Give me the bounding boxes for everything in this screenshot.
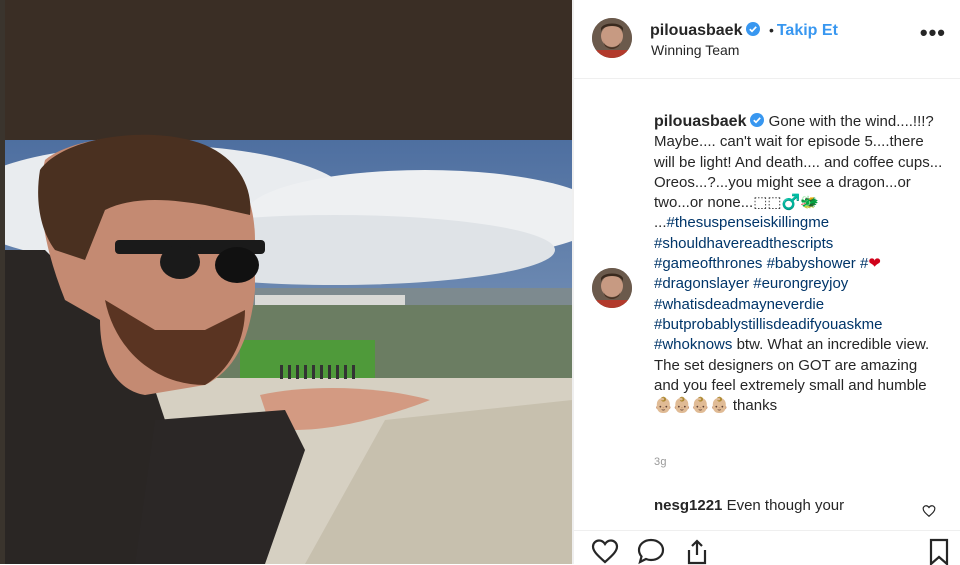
comment-icon[interactable] (636, 537, 666, 565)
avatar-image (592, 18, 632, 58)
post-photo-image (5, 0, 572, 564)
hashtag-link[interactable]: #thesuspenseiskillingme (667, 214, 830, 231)
hashtag-link[interactable]: #butprobablystillisdeadifyouaskme (654, 316, 882, 333)
heart-emoji: ❤ (868, 255, 881, 273)
comment-username[interactable]: nesg1221 (654, 497, 722, 514)
comment-text: Even though your (726, 497, 845, 514)
post-location[interactable]: Winning Team (651, 42, 739, 58)
hashtag-link[interactable]: #eurongreyjoy (753, 275, 848, 292)
post-header: pilouasbaek • Takip Et Winning Team ••• (574, 0, 960, 79)
comment-like-icon[interactable] (922, 504, 936, 518)
header-name-row: pilouasbaek • Takip Et (650, 22, 838, 40)
more-icon[interactable]: ••• (920, 22, 946, 44)
baby-emoji-group: 👶🏼👶🏼👶🏼👶🏼 (654, 397, 729, 415)
bookmark-icon[interactable] (924, 537, 954, 565)
post-photo[interactable] (5, 0, 572, 564)
post-caption: pilouasbaek Gone with the wind....!!!? M… (654, 112, 944, 416)
author-username[interactable]: pilouasbaek (650, 22, 742, 39)
like-icon[interactable] (590, 537, 620, 565)
hashtag-link[interactable]: #shouldhavereadthescripts (654, 235, 833, 252)
follow-button[interactable]: Takip Et (777, 22, 838, 39)
caption-username[interactable]: pilouasbaek (654, 113, 746, 130)
hashtag-link[interactable]: #whoknows (654, 336, 732, 353)
share-icon[interactable] (682, 537, 712, 565)
comment-item: nesg1221 Even though your (654, 496, 944, 516)
hashtag-link[interactable]: #dragonslayer (654, 275, 749, 292)
verified-icon (746, 22, 761, 36)
hashtag-link[interactable]: #gameofthrones (654, 255, 762, 272)
caption-text: thanks (732, 397, 778, 415)
hashtag-link[interactable]: #whatisdeadmayneverdie (654, 296, 824, 313)
caption-timestamp: 3g (654, 456, 667, 468)
author-avatar[interactable] (592, 18, 632, 58)
verified-icon (750, 113, 765, 127)
post-actions-bar (574, 530, 960, 565)
post-sidebar: pilouasbaek • Takip Et Winning Team ••• p… (574, 0, 960, 565)
header-separator: • (768, 22, 774, 38)
hashtag-link[interactable]: #babyshower (767, 255, 856, 272)
avatar-image (592, 268, 632, 308)
caption-avatar[interactable] (592, 268, 632, 308)
